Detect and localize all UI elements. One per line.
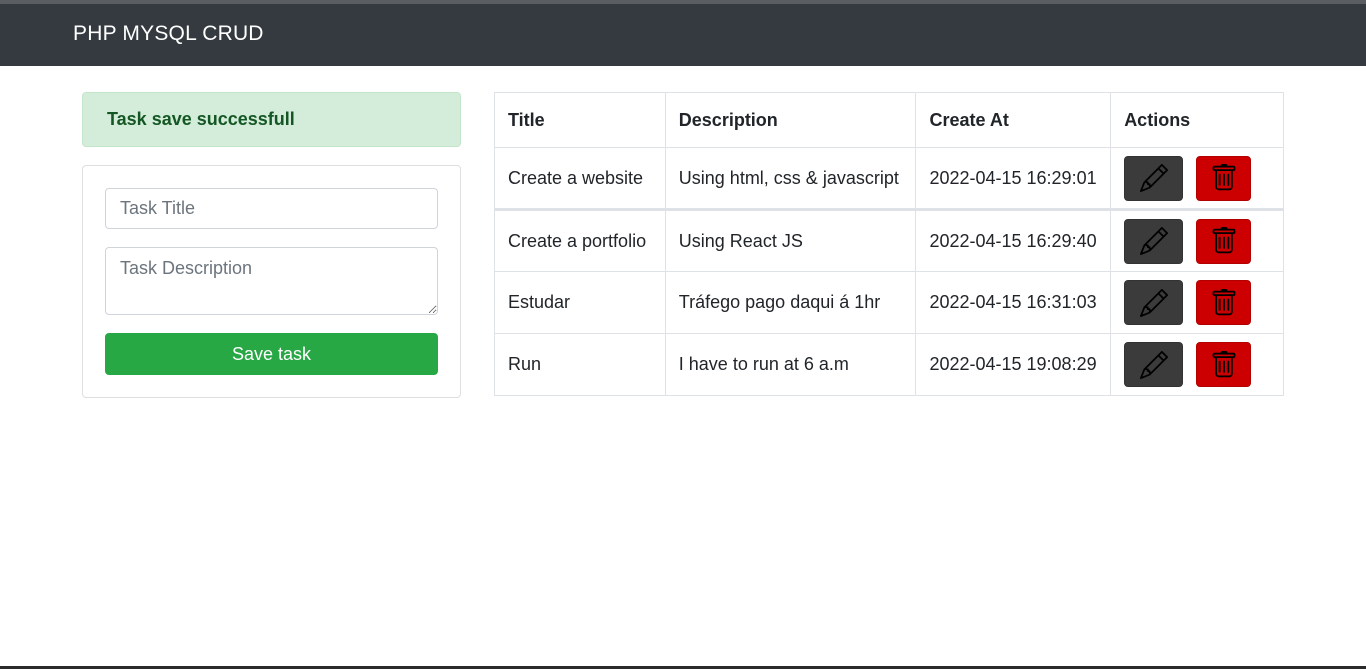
cell-created-at: 2022-04-15 16:29:40 xyxy=(915,209,1112,272)
cell-actions xyxy=(1110,209,1284,272)
trash-icon xyxy=(1212,350,1236,377)
table-row: Create a website Using html, css & javas… xyxy=(494,147,1284,211)
edit-button[interactable] xyxy=(1124,218,1184,264)
cell-created-at: 2022-04-15 16:29:01 xyxy=(915,147,1112,211)
delete-button[interactable] xyxy=(1196,218,1252,264)
cell-title: Estudar xyxy=(494,271,666,334)
header-title: Title xyxy=(494,92,666,148)
cell-created-at: 2022-04-15 19:08:29 xyxy=(915,333,1112,396)
edit-button[interactable] xyxy=(1124,342,1184,387)
save-task-button[interactable]: Save task xyxy=(105,333,438,375)
task-description-textarea[interactable] xyxy=(105,247,438,315)
table-row: Create a portfolio Using React JS 2022-0… xyxy=(494,209,1284,272)
delete-button[interactable] xyxy=(1196,342,1252,387)
cell-description: I have to run at 6 a.m xyxy=(664,333,917,396)
delete-button[interactable] xyxy=(1196,155,1252,201)
table-row: Estudar Tráfego pago daqui á 1hr 2022-04… xyxy=(494,271,1284,334)
cell-title: Run xyxy=(494,333,666,396)
cell-actions xyxy=(1110,271,1284,334)
tasks-table: Title Description Create At Actions Crea… xyxy=(494,92,1284,396)
success-alert: Task save successfull xyxy=(82,92,461,147)
header-actions: Actions xyxy=(1110,92,1284,148)
header-description: Description xyxy=(664,92,917,148)
cell-actions xyxy=(1110,333,1284,396)
cell-description: Using html, css & javascript xyxy=(664,147,917,211)
pencil-icon xyxy=(1139,164,1168,192)
cell-description: Tráfego pago daqui á 1hr xyxy=(664,271,917,334)
cell-actions xyxy=(1110,147,1284,211)
table-header-row: Title Description Create At Actions xyxy=(494,92,1284,148)
trash-icon xyxy=(1212,288,1236,315)
delete-button[interactable] xyxy=(1196,280,1252,325)
edit-button[interactable] xyxy=(1124,155,1184,201)
edit-button[interactable] xyxy=(1124,280,1184,325)
trash-icon xyxy=(1212,227,1236,254)
navbar: PHP MYSQL CRUD xyxy=(0,4,1366,66)
trash-icon xyxy=(1212,164,1236,191)
navbar-brand[interactable]: PHP MYSQL CRUD xyxy=(73,22,264,46)
task-title-input[interactable] xyxy=(105,188,438,229)
table-row: Run I have to run at 6 a.m 2022-04-15 19… xyxy=(494,333,1284,396)
task-form-card: Save task xyxy=(82,165,461,398)
cell-description: Using React JS xyxy=(664,209,917,272)
alert-message: Task save successfull xyxy=(107,109,295,129)
pencil-icon xyxy=(1139,350,1168,379)
header-create-at: Create At xyxy=(915,92,1112,148)
cell-title: Create a website xyxy=(494,147,666,211)
cell-title: Create a portfolio xyxy=(494,209,666,272)
pencil-icon xyxy=(1139,227,1168,255)
pencil-icon xyxy=(1139,288,1168,317)
cell-created-at: 2022-04-15 16:31:03 xyxy=(915,271,1112,334)
